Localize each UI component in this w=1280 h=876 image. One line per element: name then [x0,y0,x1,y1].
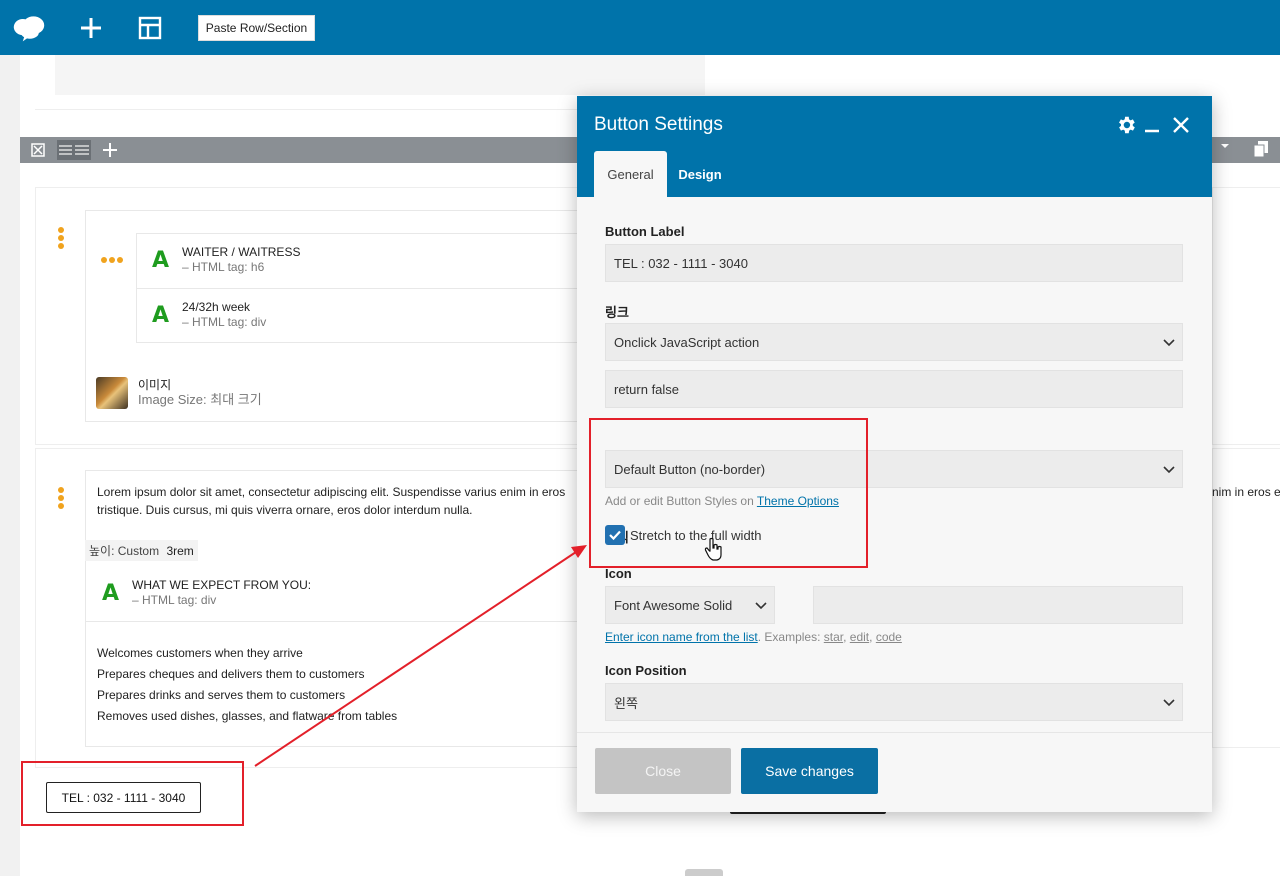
duties-list[interactable]: Welcomes customers when they arrive Prep… [97,643,397,727]
javascript-value: return false [614,381,680,397]
section-menu-icon[interactable] [58,487,64,511]
style-help-text: Add or edit Button Styles on [605,494,754,508]
button-label-heading: Button Label [605,224,685,239]
lorem-line-2: tristique. Duis cursus, mi quis viverra … [97,503,473,517]
button-settings-dialog: Button Settings General Design Button La… [577,96,1212,812]
close-icon[interactable] [1169,113,1193,137]
javascript-input[interactable]: return false [605,370,1183,408]
left-gutter [0,55,20,876]
icon-list-link[interactable]: Enter icon name from the list [605,630,758,644]
link-heading: 링크 [605,305,629,320]
stretch-label[interactable]: Stretch to the full width [630,528,762,543]
module-tag: – HTML tag: div [182,315,267,329]
icon-example-star[interactable]: star [824,630,843,644]
module-tag: – HTML tag: div [132,593,217,607]
text-module-icon: A [152,248,170,273]
builder-toolbar: Paste Row/Section [0,0,1280,55]
icon-example-code[interactable]: code [876,630,902,644]
layout-icon[interactable] [133,11,167,45]
text-module-expect[interactable]: A WHAT WE EXPECT FROM YOU: – HTML tag: d… [102,577,311,607]
icon-position-value: 왼쪽 [614,695,638,711]
spacer-module[interactable]: 높이: Custom 3rem [85,540,198,561]
icon-help-text: . Examples: [757,630,821,644]
heading-module-waiter[interactable]: A WAITER / WAITRESS – HTML tag: h6 [152,244,300,274]
icon-set-select[interactable]: Font Awesome Solid [605,586,775,624]
text-module-icon: A [102,581,120,606]
lorem-line-1: Lorem ipsum dolor sit amet, consectetur … [97,485,566,499]
section-menu-icon[interactable] [58,227,64,251]
image-module[interactable]: 이미지 Image Size: 최대 크기 [138,377,262,407]
minimize-icon[interactable] [1140,113,1164,137]
module-title: WHAT WE EXPECT FROM YOU: [132,578,312,592]
tab-design[interactable]: Design [667,151,733,197]
text-module-hours[interactable]: A 24/32h week – HTML tag: div [152,299,266,329]
paste-row-section-button[interactable]: Paste Row/Section [198,15,315,41]
module-title: WAITER / WAITRESS [182,245,301,259]
bottom-handle [685,869,723,876]
link-type-value: Onclick JavaScript action [614,334,760,350]
icon-example-edit[interactable]: edit [850,630,869,644]
column-menu-icon[interactable] [101,257,123,263]
gear-icon[interactable] [1114,113,1138,137]
add-column-icon[interactable] [100,140,120,160]
lorem-text-module[interactable]: Lorem ipsum dolor sit amet, consectetur … [97,483,577,519]
button-label-input[interactable]: TEL : 032 - 1111 - 3040 [605,244,1183,282]
stretch-checkbox[interactable] [605,525,625,545]
save-changes-button[interactable]: Save changes [741,748,878,794]
chevron-down-icon [1163,339,1175,347]
list-item: Removes used dishes, glasses, and flatwa… [97,709,398,723]
icon-set-value: Font Awesome Solid [614,597,733,613]
copy-icon[interactable] [1253,141,1268,160]
row-options-icon[interactable] [57,140,91,160]
theme-options-link[interactable]: Theme Options [757,494,839,508]
dialog-title: Button Settings [594,114,723,135]
link-type-select[interactable]: Onclick JavaScript action [605,323,1183,361]
style-help: Add or edit Button Styles on Theme Optio… [605,494,839,508]
module-title: 이미지 [138,378,172,392]
close-button[interactable]: Close [595,748,731,794]
list-item: Welcomes customers when they arrive [97,646,303,660]
module-title: 24/32h week [182,300,251,314]
text-module-icon: A [152,303,170,328]
image-thumbnail [96,377,128,409]
chevron-down-icon [1163,466,1175,474]
button-style-value: Default Button (no-border) [614,461,766,477]
module-tag: – HTML tag: h6 [182,260,265,274]
tab-general[interactable]: General [594,151,667,197]
chevron-down-icon [1163,699,1175,707]
dialog-header: Button Settings General Design [577,96,1212,197]
dialog-body: Button Label TEL : 032 - 1111 - 3040 링크 … [577,197,1212,732]
icon-heading: Icon [605,566,632,581]
dialog-footer: Close Save changes [577,732,1212,812]
chevron-down-icon [755,602,767,610]
expand-icon[interactable] [28,140,48,160]
chevron-down-icon[interactable] [1220,140,1230,154]
icon-help: Enter icon name from the list. Examples:… [605,630,902,644]
icon-position-select[interactable]: 왼쪽 [605,683,1183,721]
right-section-1 [1212,187,1280,445]
cloud-logo-icon[interactable] [12,11,46,45]
spacer-label: 높이: Custom [89,544,160,558]
icon-name-input[interactable] [813,586,1183,624]
spacer-value: 3rem [166,544,194,558]
button-label-value: TEL : 032 - 1111 - 3040 [614,255,748,271]
list-item: Prepares cheques and delivers them to cu… [97,667,365,681]
plus-icon[interactable] [74,11,108,45]
checkmark-icon [609,530,621,541]
module-tag: Image Size: 최대 크기 [138,392,262,407]
list-item: Prepares drinks and serves them to custo… [97,688,346,702]
right-lorem-fragment: nim in eros e [1212,485,1280,499]
icon-position-heading: Icon Position [605,663,687,678]
tel-button-preview[interactable]: TEL : 032 - 1111 - 3040 [46,782,201,813]
hand-cursor-icon [704,537,724,566]
button-style-select[interactable]: Default Button (no-border) [605,450,1183,488]
